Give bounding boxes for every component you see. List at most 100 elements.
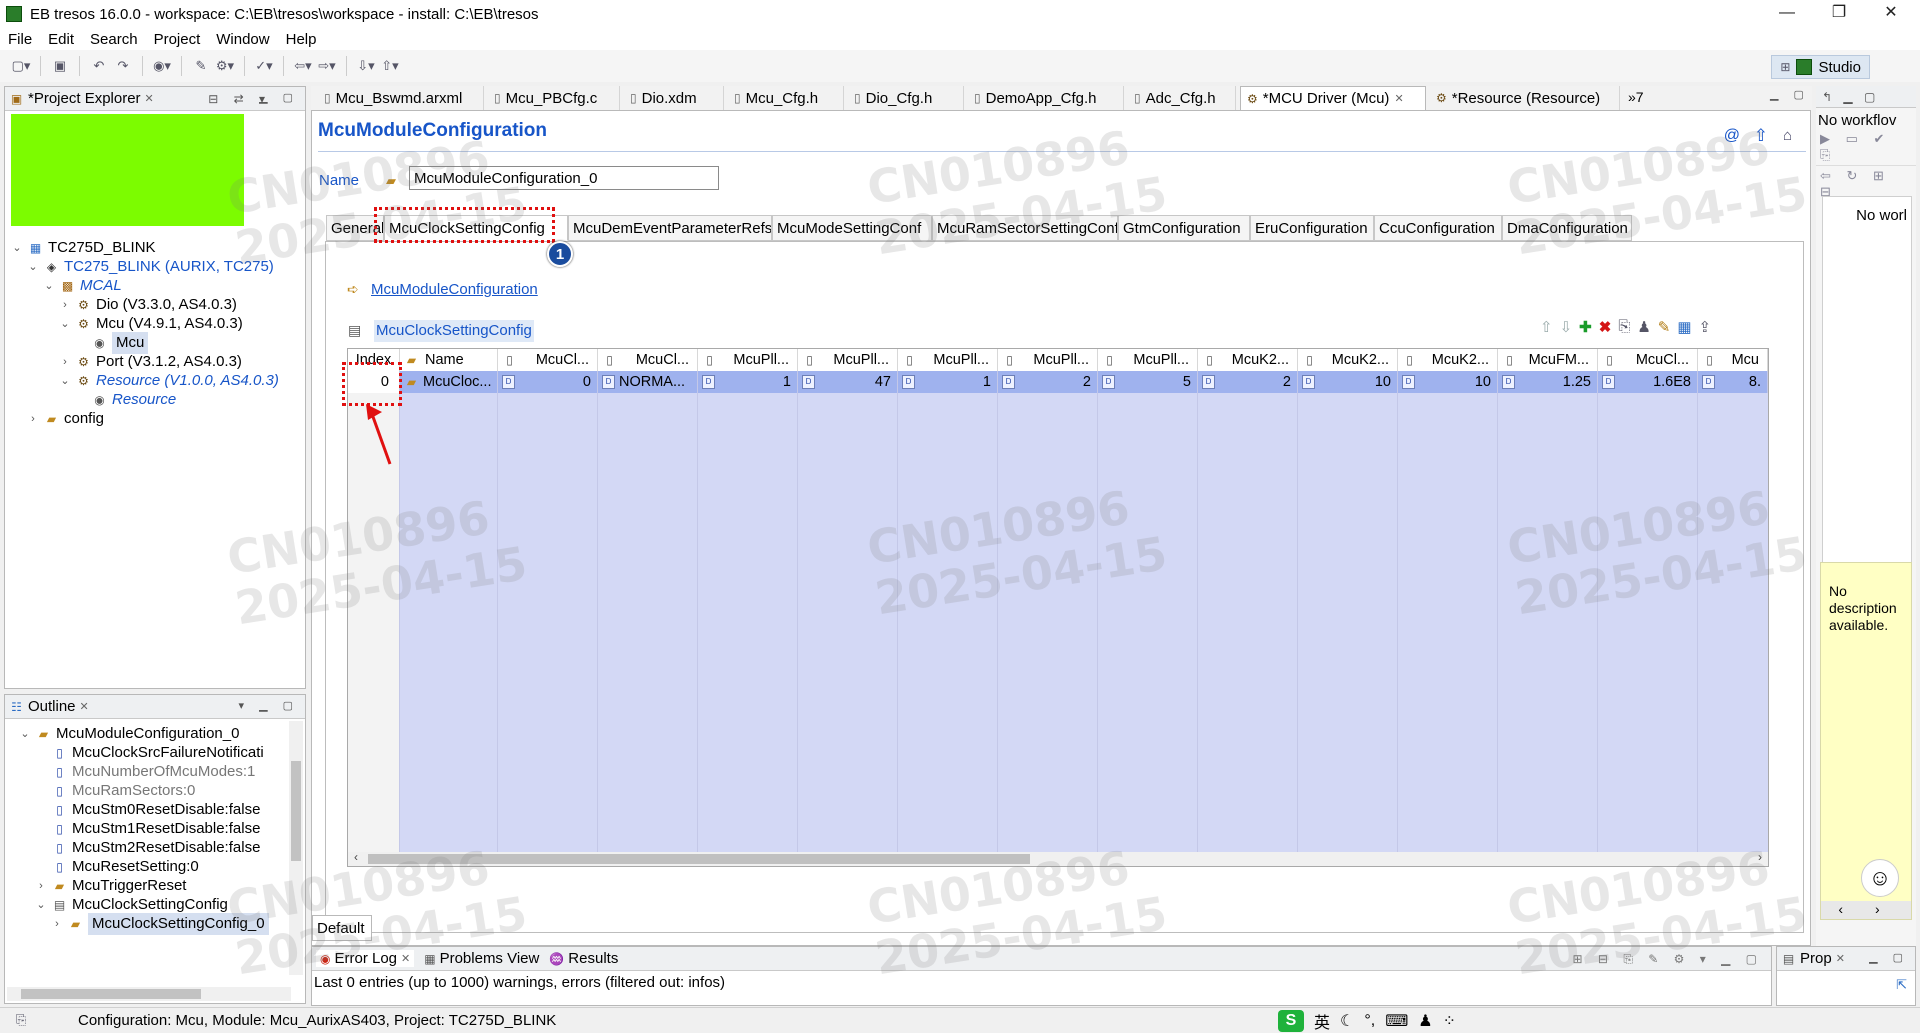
table-header[interactable]: ▯ McuK2...: [1198, 349, 1298, 371]
table-cell[interactable]: D NORMA...: [598, 371, 698, 393]
ime-item[interactable]: ⁘: [1443, 1011, 1456, 1031]
ime-item[interactable]: 英: [1314, 1009, 1330, 1033]
prev-annotation-icon[interactable]: ⇧▾: [379, 55, 401, 77]
table-cell[interactable]: D 1.6E8: [1598, 371, 1698, 393]
editor-tab[interactable]: ▯ Adc_Cfg.h: [1128, 86, 1236, 110]
project-explorer-title[interactable]: *Project Explorer: [28, 90, 141, 107]
ime-item[interactable]: ☾: [1340, 1011, 1354, 1031]
editor-tab[interactable]: ⚙ *Resource (Resource): [1430, 86, 1620, 110]
properties-title[interactable]: Prop: [1800, 950, 1832, 967]
table-cell[interactable]: D 8.: [1698, 371, 1768, 393]
table-cell[interactable]: D2: [1198, 371, 1298, 393]
export-icon[interactable]: ⇪: [1699, 318, 1712, 336]
tree-item[interactable]: › ▰ McuClockSettingConfig_0: [51, 913, 269, 935]
close-tab-icon[interactable]: ✕: [1394, 92, 1403, 105]
table-header[interactable]: ▯ Mcu: [1698, 349, 1768, 371]
editor-tab[interactable]: ▯ Mcu_Cfg.h: [728, 86, 844, 110]
tabs-overflow[interactable]: »7: [1628, 89, 1644, 105]
close-view-icon[interactable]: ✕: [1836, 952, 1845, 965]
default-tab[interactable]: Default: [312, 915, 372, 941]
table-cell[interactable]: D 1.25: [1498, 371, 1598, 393]
new-icon[interactable]: ▢▾: [10, 55, 32, 77]
expand-open-icon[interactable]: ⌄: [11, 237, 23, 259]
table-cell[interactable]: ▰ McuCloc...: [400, 371, 498, 393]
close-button[interactable]: ✕: [1868, 0, 1914, 28]
move-down-icon[interactable]: ⇩: [1560, 318, 1573, 336]
config-tab[interactable]: DmaConfiguration: [1502, 215, 1632, 241]
outline-title[interactable]: Outline: [28, 698, 76, 715]
tree-item[interactable]: › ▰ config: [27, 408, 104, 430]
table-header[interactable]: ▯ McuCl...: [598, 349, 698, 371]
generate-icon[interactable]: ⚙▾: [214, 55, 236, 77]
ime-logo-icon[interactable]: S: [1278, 1010, 1304, 1032]
expand-open-icon[interactable]: ⌄: [43, 275, 55, 297]
undo-icon[interactable]: ↶: [88, 55, 110, 77]
menu-window[interactable]: Window: [208, 31, 277, 48]
expand-closed-icon[interactable]: ›: [51, 913, 63, 935]
delete-icon[interactable]: ✖: [1599, 318, 1612, 336]
editor-minimize-maximize-icons[interactable]: ▁ ▢: [1770, 88, 1810, 101]
config-tab[interactable]: McuDemEventParameterRefs: [568, 215, 772, 241]
home-icon[interactable]: ⌂: [1783, 127, 1792, 144]
menu-edit[interactable]: Edit: [40, 31, 82, 48]
table-header[interactable]: ▯ McuPll...: [998, 349, 1098, 371]
outline-horizontal-scrollbar[interactable]: [7, 987, 291, 1001]
bottom-tab[interactable]: ▦ Problems View: [424, 950, 539, 967]
back-icon[interactable]: ⇦▾: [292, 55, 314, 77]
close-view-icon[interactable]: ✕: [80, 700, 89, 713]
menu-file[interactable]: File: [0, 31, 40, 48]
config-tab[interactable]: McuModeSettingConf: [772, 215, 932, 241]
minimize-maximize-icons[interactable]: ▁ ▢: [1869, 951, 1909, 964]
editor-tab[interactable]: ▯ Mcu_Bswmd.arxml: [318, 86, 484, 110]
expand-open-icon[interactable]: ⌄: [27, 256, 39, 278]
redo-icon[interactable]: ↷: [112, 55, 134, 77]
forward-icon[interactable]: ⇨▾: [316, 55, 338, 77]
table-cell[interactable]: D 10: [1298, 371, 1398, 393]
expand-open-icon[interactable]: ⌄: [59, 370, 71, 392]
table-cell[interactable]: D0: [498, 371, 598, 393]
bottom-toolbar-icons[interactable]: ⊞ ⊟ ⎘ ✎ ⚙ ▾ ▁ ▢: [1573, 952, 1763, 967]
ime-item[interactable]: ⌨: [1385, 1011, 1408, 1031]
config-tab[interactable]: EruConfiguration: [1250, 215, 1374, 241]
editor-tab[interactable]: ▯ Mcu_PBCfg.c: [488, 86, 620, 110]
config-tab[interactable]: GtmConfiguration: [1118, 215, 1250, 241]
calendar-icon[interactable]: ▦: [1677, 318, 1691, 336]
table-header[interactable]: ▯ McuFM...: [1498, 349, 1598, 371]
edit-icon[interactable]: ✎: [1658, 318, 1671, 336]
table-header[interactable]: ▯ McuCl...: [1598, 349, 1698, 371]
wizard-icon[interactable]: ✎: [190, 55, 212, 77]
minimize-maximize-icons[interactable]: ▾ ▁ ▢: [239, 699, 300, 712]
assistant-avatar[interactable]: ☺: [1861, 859, 1899, 897]
open-perspective-icon[interactable]: ⊞: [1780, 60, 1790, 74]
ime-item[interactable]: ♟: [1418, 1011, 1432, 1031]
maximize-button[interactable]: ❐: [1816, 0, 1862, 28]
expand-open-icon[interactable]: ⌄: [35, 894, 47, 916]
add-icon[interactable]: ✚: [1579, 318, 1592, 336]
table-cell[interactable]: D 10: [1398, 371, 1498, 393]
config-tab[interactable]: McuRamSectorSettingConf: [932, 215, 1118, 241]
minimize-maximize-icons[interactable]: ▁ ▢: [259, 91, 299, 104]
table-cell[interactable]: D1: [698, 371, 798, 393]
perspective-studio-button[interactable]: ⊞ Studio: [1771, 55, 1870, 79]
table-horizontal-scrollbar[interactable]: ‹ ›: [348, 850, 1768, 866]
table-header[interactable]: ▯ McuCl...: [498, 349, 598, 371]
table-header[interactable]: ▯ McuK2...: [1398, 349, 1498, 371]
workflow-toolbar-icons[interactable]: ▶ ▭ ✔ ⎘: [1816, 129, 1916, 165]
up-icon[interactable]: ⇧: [1754, 126, 1768, 146]
parent-link[interactable]: McuModuleConfiguration: [371, 281, 538, 298]
table-header[interactable]: ▰ Name: [400, 349, 498, 371]
copy-icon[interactable]: ⎘: [1618, 318, 1630, 336]
minimize-button[interactable]: —: [1764, 0, 1810, 28]
pin-icon[interactable]: ✓▾: [253, 55, 275, 77]
save-icon[interactable]: ▣: [49, 55, 71, 77]
pin-view-icon[interactable]: ⇱: [1896, 977, 1907, 993]
globe-icon[interactable]: ◉▾: [151, 55, 173, 77]
at-icon[interactable]: @: [1724, 127, 1740, 145]
table-cell[interactable]: D1: [898, 371, 998, 393]
table-cell[interactable]: D5: [1098, 371, 1198, 393]
table-header[interactable]: ▯ McuPll...: [898, 349, 998, 371]
editor-tab[interactable]: ⚙ *MCU Driver (Mcu) ✕: [1240, 86, 1426, 110]
table-header[interactable]: ▯ McuPll...: [798, 349, 898, 371]
next-annotation-icon[interactable]: ⇩▾: [355, 55, 377, 77]
close-tab-icon[interactable]: ✕: [401, 952, 410, 965]
